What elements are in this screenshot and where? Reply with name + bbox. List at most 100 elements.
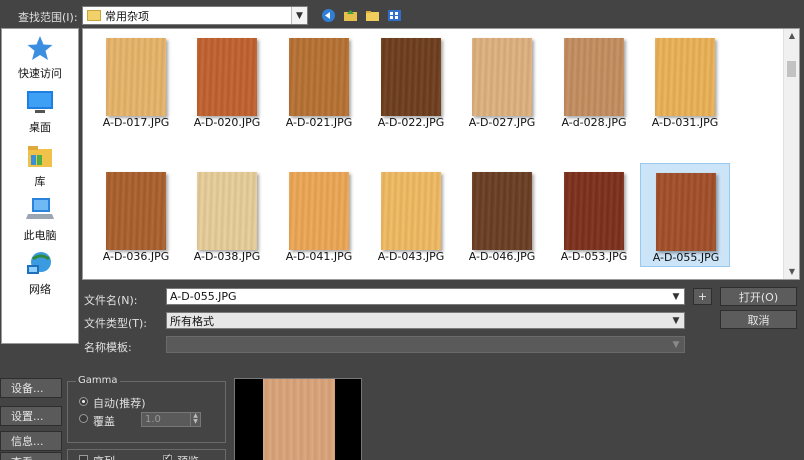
file-name: A-D-041.JPG [285, 250, 353, 263]
chevron-down-icon: ▼ [672, 339, 680, 350]
chevron-down-icon[interactable]: ▼ [668, 313, 684, 328]
file-thumbnail [564, 38, 624, 116]
sequence-checkbox[interactable] [79, 455, 88, 460]
file-thumbnail [472, 172, 532, 250]
place-desktop[interactable]: 桌面 [2, 89, 78, 135]
file-item[interactable]: A-D-027.JPG [457, 29, 547, 133]
scroll-thumb[interactable] [787, 61, 796, 77]
file-thumbnail [106, 38, 166, 116]
info-button[interactable]: 信息... [0, 431, 62, 451]
look-in-dropdown[interactable]: 常用杂项 ▼ [82, 6, 308, 25]
gamma-auto-radio[interactable] [79, 397, 88, 406]
sequence-label: 序列 [93, 453, 115, 460]
vertical-scrollbar[interactable]: ▲ ▼ [783, 29, 799, 279]
file-name: A-d-028.JPG [561, 116, 627, 129]
file-item[interactable]: A-D-055.JPG [640, 163, 730, 267]
gamma-title: Gamma [76, 375, 120, 386]
file-thumbnail [656, 173, 716, 251]
scroll-down-icon[interactable]: ▼ [784, 265, 799, 279]
file-item[interactable]: A-D-041.JPG [274, 163, 364, 267]
file-item[interactable]: A-D-031.JPG [640, 29, 730, 133]
filename-input[interactable]: A-D-055.JPG ▼ [166, 288, 685, 305]
gamma-auto-label: 自动(推荐) [93, 397, 146, 410]
place-label: 快速访问 [18, 67, 62, 80]
open-button[interactable]: 打开(O) [720, 287, 797, 306]
filetype-value: 所有格式 [170, 314, 214, 328]
file-name: A-D-036.JPG [102, 250, 170, 263]
file-name: A-D-038.JPG [193, 250, 261, 263]
file-item[interactable]: A-D-043.JPG [366, 163, 456, 267]
filetype-dropdown[interactable]: 所有格式 ▼ [166, 312, 685, 329]
options-group [67, 449, 226, 460]
place-label: 网络 [29, 283, 51, 296]
place-this-pc[interactable]: 此电脑 [2, 197, 78, 243]
library-icon [26, 143, 54, 169]
file-item[interactable]: A-D-017.JPG [91, 29, 181, 133]
add-button[interactable]: + [693, 288, 712, 305]
file-item[interactable]: A-D-038.JPG [182, 163, 272, 267]
filetype-label: 文件类型(T): [84, 317, 148, 330]
place-label: 此电脑 [23, 229, 57, 242]
file-name: A-D-043.JPG [377, 250, 445, 263]
computer-icon [26, 197, 54, 223]
file-name: A-D-021.JPG [285, 116, 353, 129]
file-list[interactable]: A-D-017.JPG A-D-020.JPG A-D-021.JPG A-D-022… [82, 28, 800, 280]
file-thumbnail [289, 172, 349, 250]
file-thumbnail [564, 172, 624, 250]
new-folder-icon[interactable] [365, 8, 380, 23]
scroll-up-icon[interactable]: ▲ [784, 29, 799, 43]
file-thumbnail [381, 172, 441, 250]
file-name: A-D-031.JPG [651, 116, 719, 129]
gamma-override-spinner: 1.0 ▲ ▼ [141, 412, 201, 427]
chevron-down-icon[interactable]: ▼ [291, 7, 307, 24]
file-name: A-D-017.JPG [102, 116, 170, 129]
place-network[interactable]: 网络 [2, 251, 78, 297]
file-thumbnail [197, 38, 257, 116]
desktop-icon [26, 89, 54, 115]
back-icon[interactable] [321, 8, 336, 23]
preview-label: 预览 [177, 453, 199, 460]
template-label: 名称模板: [84, 341, 132, 354]
file-thumbnail [472, 38, 532, 116]
file-name: A-D-022.JPG [377, 116, 445, 129]
image-preview [234, 378, 362, 460]
star-icon [26, 35, 54, 61]
chevron-down-icon[interactable]: ▼ [668, 289, 684, 304]
file-item[interactable]: A-D-021.JPG [274, 29, 364, 133]
preview-checkbox[interactable] [163, 453, 172, 460]
places-bar: 快速访问 桌面 库 此电脑 网络 [1, 28, 79, 344]
look-in-value: 常用杂项 [105, 9, 149, 23]
gamma-override-radio[interactable] [79, 414, 88, 423]
file-item[interactable]: A-D-053.JPG [549, 163, 639, 267]
network-icon [26, 251, 54, 277]
filename-value: A-D-055.JPG [170, 290, 237, 303]
file-item[interactable]: A-D-020.JPG [182, 29, 272, 133]
file-name: A-D-055.JPG [652, 251, 720, 264]
file-thumbnail [381, 38, 441, 116]
place-quick-access[interactable]: 快速访问 [2, 35, 78, 81]
place-label: 库 [34, 175, 46, 188]
file-name: A-D-046.JPG [468, 250, 536, 263]
file-name: A-D-020.JPG [193, 116, 261, 129]
file-item[interactable]: A-D-046.JPG [457, 163, 547, 267]
file-name: A-D-027.JPG [468, 116, 536, 129]
file-thumbnail [655, 38, 715, 116]
template-dropdown: ▼ [166, 336, 685, 353]
up-folder-icon[interactable] [343, 8, 358, 23]
view-menu-icon[interactable] [387, 8, 402, 23]
spinner-arrows-icon: ▲ ▼ [190, 413, 200, 426]
view-button[interactable]: 查看 [0, 452, 62, 460]
file-thumbnail [106, 172, 166, 250]
look-in-label: 查找范围(I): [18, 11, 78, 24]
gamma-override-label: 覆盖 [93, 415, 115, 428]
file-item[interactable]: A-d-028.JPG [549, 29, 639, 133]
file-name: A-D-053.JPG [560, 250, 628, 263]
file-item[interactable]: A-D-036.JPG [91, 163, 181, 267]
file-item[interactable]: A-D-022.JPG [366, 29, 456, 133]
devices-button[interactable]: 设备... [0, 378, 62, 398]
cancel-button[interactable]: 取消 [720, 310, 797, 329]
place-library[interactable]: 库 [2, 143, 78, 189]
file-thumbnail [197, 172, 257, 250]
setup-button[interactable]: 设置... [0, 406, 62, 426]
preview-image [263, 379, 335, 460]
